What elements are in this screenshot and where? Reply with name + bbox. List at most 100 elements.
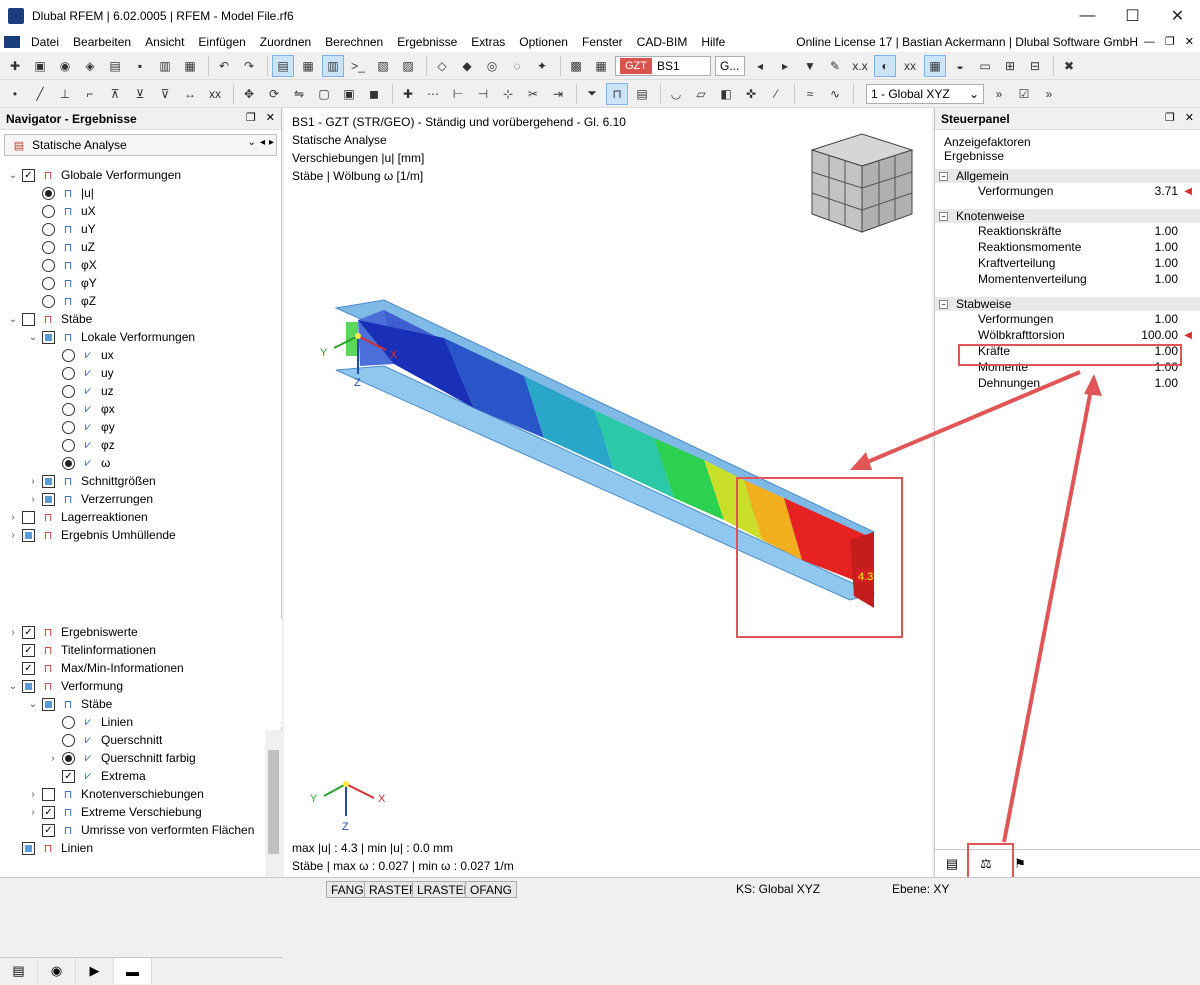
solid-view-icon[interactable]: ◧	[715, 83, 737, 105]
checkbox[interactable]	[42, 492, 55, 506]
calc-all-icon[interactable]: ◆	[456, 55, 478, 77]
snap-icon[interactable]: ✚	[397, 83, 419, 105]
expand-icon[interactable]: ›	[8, 530, 18, 541]
tree-item-lokale-verformungen[interactable]: ⌄ ⊓ Lokale Verformungen	[0, 328, 282, 346]
film-icon[interactable]: ▤	[631, 83, 653, 105]
factor-value[interactable]: 1.00	[1155, 376, 1178, 390]
collapse-icon[interactable]: −	[939, 299, 948, 309]
cloud-icon[interactable]: ◉	[54, 55, 76, 77]
color-scale-tab-icon[interactable]: ▤	[935, 850, 969, 878]
extend-icon[interactable]: ⇥	[547, 83, 569, 105]
collapse-icon[interactable]: ⌄	[8, 170, 18, 181]
radio-button[interactable]	[62, 402, 75, 416]
factor-value[interactable]: 1.00	[1155, 312, 1178, 326]
mirror-icon[interactable]: ⇋	[288, 83, 310, 105]
expand-icon[interactable]: ›	[28, 476, 38, 487]
checkbox[interactable]	[22, 528, 35, 542]
menu-fenster[interactable]: Fenster	[575, 32, 630, 52]
menu-ansicht[interactable]: Ansicht	[138, 32, 191, 52]
tree-item-lagerreaktionen[interactable]: › ⊓ Lagerreaktionen	[0, 508, 282, 526]
factor-value[interactable]: 1.00	[1155, 272, 1178, 286]
dimension-icon[interactable]: ↔	[179, 83, 201, 105]
tree-item-y[interactable]: ⊓ φY	[0, 274, 282, 292]
radio-button[interactable]	[62, 438, 75, 452]
radio-button[interactable]	[62, 456, 75, 470]
plane-icon[interactable]: ⁄	[765, 83, 787, 105]
section-stabweise[interactable]: − Stabweise	[935, 297, 1200, 311]
tree-item-knotenverschiebungen[interactable]: › ⊓ Knotenverschiebungen	[0, 785, 282, 803]
checkbox[interactable]: ✓	[22, 643, 35, 657]
trim-icon[interactable]: ✂	[522, 83, 544, 105]
maximize-button[interactable]: ☐	[1110, 0, 1155, 32]
tree-item-verformung[interactable]: ⌄ ⊓ Verformung	[0, 677, 282, 695]
checkbox[interactable]	[22, 679, 35, 693]
overflow-icon[interactable]: »	[1038, 83, 1060, 105]
view-filter-icon[interactable]: ⏷	[581, 83, 603, 105]
tree-item-y[interactable]: ⩗ φy	[0, 418, 282, 436]
wave-icon[interactable]: ≈	[799, 83, 821, 105]
checkbox[interactable]: ✓	[42, 823, 55, 837]
tree-item-z[interactable]: ⊓ φZ	[0, 292, 282, 310]
next-icon[interactable]: ▸	[774, 55, 796, 77]
radio-button[interactable]	[62, 751, 75, 765]
checkbox[interactable]: ✓	[22, 168, 35, 182]
menu-ergebnisse[interactable]: Ergebnisse	[390, 32, 464, 52]
radio-button[interactable]	[62, 420, 75, 434]
rotate-icon[interactable]: ⟳	[263, 83, 285, 105]
collapse-icon[interactable]: ⌄	[8, 681, 18, 692]
menu-berechnen[interactable]: Berechnen	[318, 32, 390, 52]
connect-icon[interactable]: ⊹	[497, 83, 519, 105]
factor-value[interactable]: 1.00	[1155, 240, 1178, 254]
tree-item-max-min-informationen[interactable]: ✓ ⊓ Max/Min-Informationen	[0, 659, 282, 677]
table-view-icon[interactable]: ▤	[272, 54, 294, 77]
factor-row-reaktionskra-fte[interactable]: Reaktionskräfte 1.00	[935, 223, 1200, 239]
radio-button[interactable]	[42, 186, 55, 200]
tree-item-globale-verformungen[interactable]: ⌄ ✓ ⊓ Globale Verformungen	[0, 166, 282, 184]
menu-optionen[interactable]: Optionen	[512, 32, 575, 52]
radio-button[interactable]	[62, 384, 75, 398]
menu-einfuegen[interactable]: Einfügen	[191, 32, 252, 52]
solid-icon[interactable]: ◼	[363, 83, 385, 105]
display-icon[interactable]: ◒	[949, 55, 971, 77]
factor-value[interactable]: 1.00	[1155, 224, 1178, 238]
deform-icon[interactable]: ◐	[874, 54, 896, 77]
menu-bearbeiten[interactable]: Bearbeiten	[66, 32, 138, 52]
tree-item-uy[interactable]: ⊓ uY	[0, 220, 282, 238]
tree-item-uz[interactable]: ⩗ uz	[0, 382, 282, 400]
prev-icon[interactable]: ◂	[749, 55, 771, 77]
checkbox[interactable]	[22, 841, 35, 855]
tree-item-uy[interactable]: ⩗ uy	[0, 364, 282, 382]
radio-button[interactable]	[62, 366, 75, 380]
tree-item-sta-be[interactable]: ⌄ ⊓ Stäbe	[0, 695, 282, 713]
minimize-button[interactable]: —	[1065, 0, 1110, 32]
mdi-restore-icon[interactable]: ❐	[1165, 32, 1175, 52]
filter-icon[interactable]: ▼	[799, 55, 821, 77]
radio-button[interactable]	[42, 258, 55, 272]
factor-row-verformungen[interactable]: Verformungen 1.00	[935, 311, 1200, 327]
menu-cad-bim[interactable]: CAD-BIM	[630, 32, 695, 52]
checkbox[interactable]	[42, 330, 55, 344]
tree-item-schnittgro-en[interactable]: › ⊓ Schnittgrößen	[0, 472, 282, 490]
tab-view-icon[interactable]: ◉	[38, 958, 76, 984]
tree-item-verzerrungen[interactable]: › ⊓ Verzerrungen	[0, 490, 282, 508]
next-arrow-icon[interactable]: ▸	[269, 137, 274, 148]
undock-icon[interactable]: ❐	[1165, 111, 1175, 124]
checkbox[interactable]	[42, 787, 55, 801]
surface-icon[interactable]: ▱	[690, 83, 712, 105]
factor-row-verformungen[interactable]: Verformungen 3.71 ◀	[935, 183, 1200, 199]
release-icon[interactable]: ⊽	[154, 83, 176, 105]
factor-row-kraftverteilung[interactable]: Kraftverteilung 1.00	[935, 255, 1200, 271]
deformed-icon[interactable]: ◡	[665, 83, 687, 105]
undo-icon[interactable]: ↶	[213, 55, 235, 77]
radio-button[interactable]	[62, 733, 75, 747]
console-icon[interactable]: >_	[347, 55, 369, 77]
radio-button[interactable]	[62, 715, 75, 729]
grid-snap-icon[interactable]: ⋯	[422, 83, 444, 105]
chevron-down-icon[interactable]: ⌄	[248, 137, 256, 148]
loadcase-type-select[interactable]: G...	[715, 55, 745, 76]
loadcase-list-icon[interactable]: ▦	[590, 55, 612, 77]
tree-item-linien[interactable]: ⩗ Linien	[0, 713, 282, 731]
factor-row-reaktionsmomente[interactable]: Reaktionsmomente 1.00	[935, 239, 1200, 255]
checkbox[interactable]	[42, 697, 55, 711]
tree-item-item[interactable]: ⩗ ω	[0, 454, 282, 472]
